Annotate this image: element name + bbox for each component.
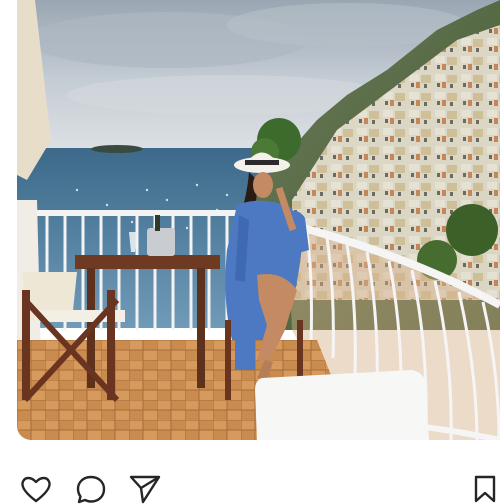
post-photo[interactable] [17, 0, 500, 440]
heart-icon [21, 476, 51, 503]
instagram-post [0, 0, 500, 504]
photo-scene [17, 0, 500, 440]
post-action-bar [0, 462, 500, 504]
